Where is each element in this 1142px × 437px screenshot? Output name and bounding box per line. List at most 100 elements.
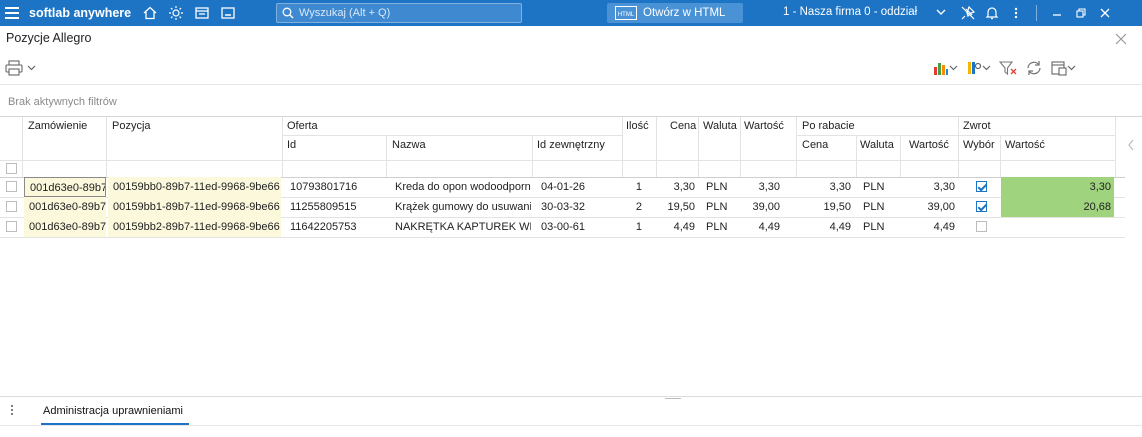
more-vertical-icon[interactable] (10, 404, 14, 419)
cell-wartosc[interactable]: 3,30 (740, 177, 780, 197)
hamburger-menu-icon[interactable] (5, 7, 23, 19)
cell-waluta[interactable]: PLN (706, 177, 738, 197)
cell-zwrot-wartosc[interactable]: 3,30 (1001, 177, 1114, 197)
app-brand[interactable]: softlab anywhere (29, 6, 137, 20)
cell-pozycja[interactable]: 00159bb1-89b7-11ed-9968-9be66 (108, 197, 281, 217)
col-zamowienie[interactable]: Zamówienie (28, 120, 87, 132)
chevron-down-icon (982, 65, 991, 71)
cell-id-zew[interactable]: 30-03-32 (541, 197, 621, 217)
cell-zamowienie[interactable]: 001d63e0-89b7 (24, 217, 106, 237)
cell-pr-cena[interactable]: 3,30 (796, 177, 851, 197)
zwrot-wybor-checkbox[interactable] (976, 201, 987, 212)
row-checkbox[interactable] (6, 201, 17, 212)
cell-pr-waluta[interactable]: PLN (863, 217, 898, 237)
col-pozycja[interactable]: Pozycja (112, 120, 151, 132)
row-checkbox[interactable] (6, 221, 17, 232)
col-cena[interactable]: Cena (670, 120, 696, 132)
select-all-checkbox[interactable] (6, 163, 17, 174)
cell-oferta-id[interactable]: 11255809515 (290, 197, 384, 217)
clear-filter-button[interactable] (999, 60, 1017, 76)
cell-cena[interactable]: 19,50 (656, 197, 695, 217)
col-zwrot-wybor[interactable]: Wybór (963, 139, 995, 151)
zwrot-wybor-checkbox[interactable] (976, 181, 987, 192)
cell-waluta[interactable]: PLN (706, 197, 738, 217)
cell-nazwa[interactable]: NAKRĘTKA KAPTUREK WENTYLA (395, 217, 531, 237)
cell-pr-wartosc[interactable]: 4,49 (900, 217, 955, 237)
export-menu[interactable] (1051, 60, 1076, 76)
cell-oferta-id[interactable]: 10793801716 (290, 177, 384, 197)
cell-pr-cena[interactable]: 4,49 (796, 217, 851, 237)
col-pr-waluta[interactable]: Waluta (860, 139, 894, 151)
col-zwrot-wartosc[interactable]: Wartość (1005, 139, 1045, 151)
cell-zamowienie[interactable]: 001d63e0-89b7 (24, 197, 106, 217)
toolbar-divider (0, 84, 1142, 85)
col-waluta[interactable]: Waluta (703, 120, 737, 132)
minimize-icon[interactable] (1045, 0, 1069, 26)
row-checkbox[interactable] (6, 181, 17, 192)
col-ilosc[interactable]: Ilość (626, 120, 649, 132)
cell-nazwa[interactable]: Kreda do opon wodoodporna (395, 177, 531, 197)
col-zwrot: Zwrot (963, 120, 991, 132)
col-oferta-id[interactable]: Id (287, 139, 296, 151)
cell-wartosc[interactable]: 39,00 (740, 197, 780, 217)
company-selector[interactable]: 1 - Nasza firma 0 - oddział (783, 6, 917, 18)
bell-icon[interactable] (980, 0, 1004, 26)
search-input[interactable]: Wyszukaj (Alt + Q) (276, 3, 522, 23)
page-title: Pozycje Allegro (6, 31, 92, 45)
more-vertical-icon[interactable] (1004, 0, 1028, 26)
chart-menu[interactable] (933, 61, 958, 75)
chevron-left-icon[interactable] (1127, 139, 1135, 154)
home-icon[interactable] (137, 0, 163, 26)
cell-pr-waluta[interactable]: PLN (863, 197, 898, 217)
grid-divider (796, 117, 797, 177)
cell-ilosc[interactable]: 2 (622, 197, 642, 217)
grid-divider (698, 117, 699, 177)
cell-zwrot-wartosc[interactable]: 20,68 (1001, 197, 1114, 217)
cell-pozycja[interactable]: 00159bb0-89b7-11ed-9968-9be66 (108, 177, 281, 197)
col-wartosc[interactable]: Wartość (744, 120, 784, 132)
refresh-button[interactable] (1025, 60, 1043, 76)
cell-id-zew[interactable]: 03-00-61 (541, 217, 621, 237)
cell-pozycja[interactable]: 00159bb2-89b7-11ed-9968-9be66 (108, 217, 281, 237)
cell-id-zew[interactable]: 04-01-26 (541, 177, 621, 197)
chevron-down-icon[interactable] (936, 5, 946, 22)
grid-divider (958, 135, 1115, 136)
table-row[interactable]: 001d63e0-89b7 00159bb2-89b7-11ed-9968-9b… (0, 217, 1125, 237)
cell-wartosc[interactable]: 4,49 (740, 217, 780, 237)
cell-waluta[interactable]: PLN (706, 217, 738, 237)
cell-pr-cena[interactable]: 19,50 (796, 197, 851, 217)
close-icon[interactable] (1114, 32, 1128, 51)
table-row[interactable]: 001d63e0-89b7 00159bb1-89b7-11ed-9968-9b… (0, 197, 1125, 217)
cell-ilosc[interactable]: 1 (622, 177, 642, 197)
open-in-html-button[interactable]: HTML Otwórz w HTML (607, 3, 743, 23)
window-icon[interactable] (189, 0, 215, 26)
grid-divider (0, 237, 1125, 238)
restore-icon[interactable] (1069, 0, 1093, 26)
pin-off-icon[interactable] (956, 0, 980, 26)
cell-pr-wartosc[interactable]: 39,00 (900, 197, 955, 217)
cell-nazwa[interactable]: Krążek gumowy do usuwania (395, 197, 531, 217)
tab-administracja[interactable]: Administracja uprawnieniami (43, 405, 183, 417)
col-pr-cena[interactable]: Cena (802, 139, 828, 151)
col-pr-wartosc[interactable]: Wartość (909, 139, 949, 151)
cell-zamowienie[interactable]: 001d63e0-89b7 (24, 177, 106, 197)
cell-ilosc[interactable]: 1 (622, 217, 642, 237)
cell-cena[interactable]: 4,49 (656, 217, 695, 237)
zwrot-wybor-checkbox[interactable] (976, 221, 987, 232)
column-settings-menu[interactable] (966, 60, 991, 76)
print-menu[interactable] (5, 60, 36, 76)
close-window-icon[interactable] (1093, 0, 1117, 26)
panel-splitter[interactable] (665, 398, 681, 399)
col-oferta-idzew[interactable]: Id zewnętrzny (537, 139, 605, 151)
search-placeholder: Wyszukaj (Alt + Q) (299, 7, 391, 19)
cell-oferta-id[interactable]: 11642205753 (290, 217, 384, 237)
cell-zwrot-wartosc[interactable] (1001, 217, 1114, 237)
xml-icon[interactable] (215, 0, 241, 26)
col-oferta-nazwa[interactable]: Nazwa (392, 139, 426, 151)
cell-cena[interactable]: 3,30 (656, 177, 695, 197)
sun-icon[interactable] (163, 0, 189, 26)
table-row[interactable]: 001d63e0-89b7 00159bb0-89b7-11ed-9968-9b… (0, 177, 1125, 197)
cell-pr-waluta[interactable]: PLN (863, 177, 898, 197)
cell-pr-wartosc[interactable]: 3,30 (900, 177, 955, 197)
grid-divider (1000, 135, 1001, 177)
